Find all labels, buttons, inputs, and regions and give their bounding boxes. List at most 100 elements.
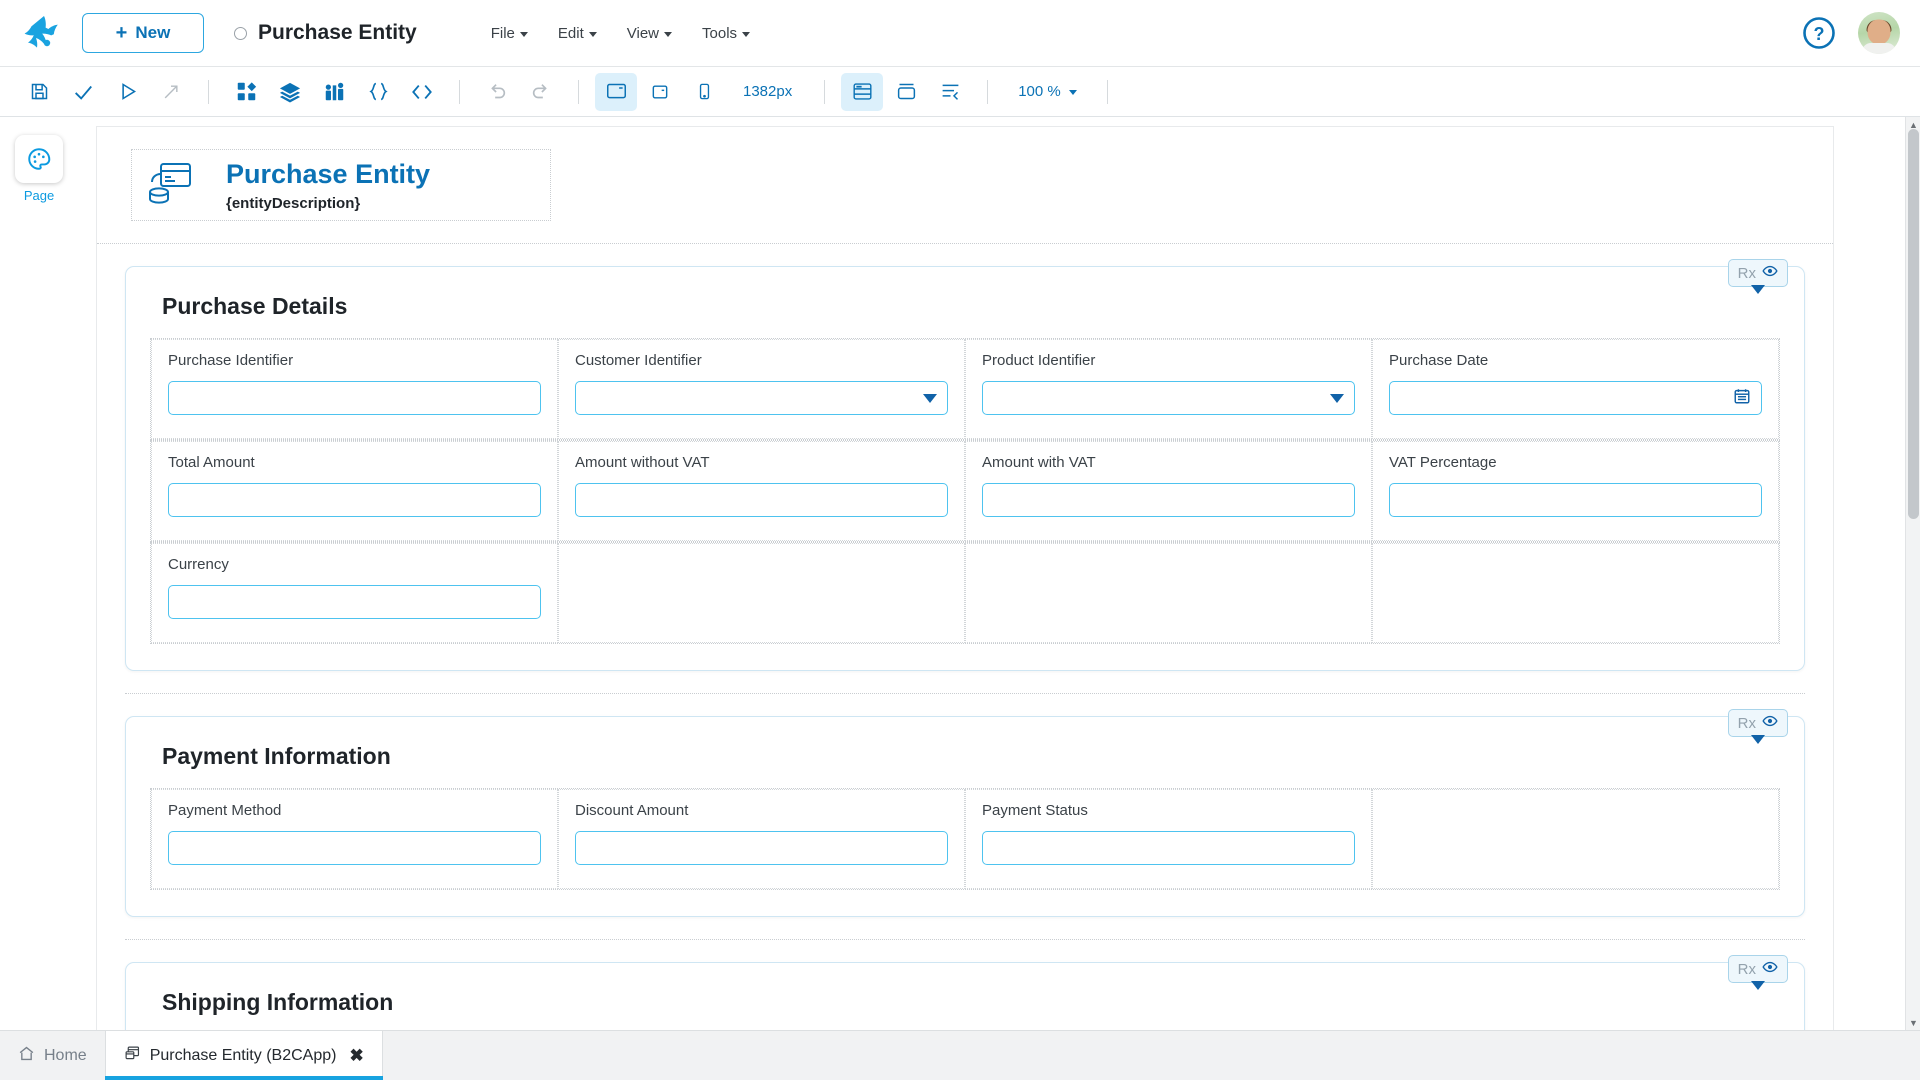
top-right-actions: ? <box>1802 12 1900 54</box>
status-badge[interactable]: Rx <box>1728 709 1788 737</box>
vertical-scrollbar[interactable]: ▲ ▼ <box>1905 117 1920 1030</box>
layers-icon[interactable] <box>269 73 311 111</box>
text-input[interactable] <box>575 831 948 865</box>
mendix-logo-icon[interactable] <box>22 10 68 56</box>
curly-braces-icon[interactable] <box>357 73 399 111</box>
text-input[interactable] <box>982 831 1355 865</box>
field-cell[interactable]: Payment Status <box>965 789 1372 889</box>
new-button[interactable]: + New <box>82 13 204 53</box>
widgets-icon[interactable] <box>225 73 267 111</box>
document-title-area: Purchase Entity <box>234 21 417 45</box>
field-cell[interactable]: Payment Method <box>151 789 558 889</box>
field-label: Total Amount <box>168 454 541 471</box>
menu-file[interactable]: File <box>481 19 538 48</box>
date-input[interactable] <box>1389 381 1762 415</box>
rx-label: Rx <box>1738 715 1756 732</box>
status-badge[interactable]: Rx <box>1728 259 1788 287</box>
design-mode-icon[interactable] <box>885 73 927 111</box>
save-icon[interactable] <box>18 73 60 111</box>
field-cell[interactable]: Purchase Identifier <box>151 339 558 439</box>
section-2[interactable]: RxShipping InformationShipping AddressTr… <box>125 962 1805 1030</box>
page-icon <box>124 1045 141 1067</box>
section-title: Payment Information <box>162 743 1780 770</box>
scrollbar-thumb[interactable] <box>1908 129 1919 519</box>
field-cell[interactable]: Purchase Date <box>1372 339 1779 439</box>
zoom-control[interactable]: 100 % <box>1004 83 1091 100</box>
purchase-entity-icon <box>144 160 196 211</box>
view-app-icon[interactable] <box>150 73 192 111</box>
run-icon[interactable] <box>106 73 148 111</box>
bottom-tab-purchase-entity[interactable]: Purchase Entity (B2CApp) ✖ <box>105 1031 383 1080</box>
text-input[interactable] <box>168 831 541 865</box>
field-cell[interactable]: Amount with VAT <box>965 441 1372 541</box>
desktop-icon[interactable] <box>595 73 637 111</box>
menu-tools[interactable]: Tools <box>692 19 760 48</box>
avatar[interactable] <box>1858 12 1900 54</box>
check-icon[interactable] <box>62 73 104 111</box>
code-icon[interactable] <box>401 73 443 111</box>
rx-label: Rx <box>1738 961 1756 978</box>
menu-bar: File Edit View Tools <box>481 19 760 48</box>
calendar-icon[interactable] <box>1733 387 1751 409</box>
new-button-label: New <box>135 23 170 43</box>
field-cell[interactable]: Total Amount <box>151 441 558 541</box>
text-input[interactable] <box>168 585 541 619</box>
section-title: Shipping Information <box>162 989 1780 1016</box>
section-block: RxPurchase DetailsPurchase IdentifierCus… <box>125 266 1805 694</box>
close-icon[interactable]: ✖ <box>349 1046 363 1066</box>
empty-cell <box>1372 543 1779 643</box>
field-cell[interactable]: Discount Amount <box>558 789 965 889</box>
section-block: RxShipping InformationShipping AddressTr… <box>125 962 1805 1030</box>
left-rail: Page <box>0 117 78 1030</box>
rx-label: Rx <box>1738 265 1756 282</box>
phone-icon[interactable] <box>683 73 725 111</box>
help-circle-icon[interactable]: ? <box>1802 16 1836 50</box>
empty-cell <box>965 543 1372 643</box>
chevron-down-icon <box>923 394 937 403</box>
text-input[interactable] <box>168 381 541 415</box>
undo-icon[interactable] <box>476 73 518 111</box>
bottom-tab-home[interactable]: Home <box>0 1031 105 1080</box>
tablet-icon[interactable] <box>639 73 681 111</box>
page-title: Purchase Entity <box>258 21 417 45</box>
nanoflow-icon[interactable] <box>313 73 355 111</box>
sidebar-item-page-label: Page <box>15 188 63 203</box>
field-cell[interactable]: Product Identifier <box>965 339 1372 439</box>
field-cell[interactable]: Amount without VAT <box>558 441 965 541</box>
menu-view-label: View <box>627 25 659 42</box>
bottom-tab-bar: Home Purchase Entity (B2CApp) ✖ <box>0 1030 1920 1080</box>
text-input[interactable] <box>982 483 1355 517</box>
scroll-down-arrow[interactable]: ▼ <box>1906 1015 1920 1030</box>
canvas-scroll-area[interactable]: Purchase Entity {entityDescription} RxPu… <box>78 117 1920 1030</box>
toolbar-divider <box>987 80 988 104</box>
select-input[interactable] <box>575 381 948 415</box>
menu-edit-label: Edit <box>558 25 584 42</box>
text-input[interactable] <box>168 483 541 517</box>
page-canvas: Purchase Entity {entityDescription} RxPu… <box>96 126 1834 1030</box>
structure-mode-icon[interactable] <box>841 73 883 111</box>
text-input[interactable] <box>1389 483 1762 517</box>
select-input[interactable] <box>982 381 1355 415</box>
toolbar: 1382px 100 % <box>0 66 1920 117</box>
chevron-down-icon <box>520 32 528 37</box>
text-input[interactable] <box>575 483 948 517</box>
section-0[interactable]: RxPurchase DetailsPurchase IdentifierCus… <box>125 266 1805 671</box>
bottom-tab-purchase-entity-label: Purchase Entity (B2CApp) <box>150 1047 337 1065</box>
viewport-width-label[interactable]: 1382px <box>727 83 808 100</box>
sidebar-item-page[interactable]: Page <box>15 135 63 203</box>
menu-view[interactable]: View <box>617 19 682 48</box>
eye-icon <box>1762 959 1778 979</box>
field-cell[interactable]: VAT Percentage <box>1372 441 1779 541</box>
page-header-block[interactable]: Purchase Entity {entityDescription} <box>97 127 1833 244</box>
field-cell[interactable]: Currency <box>151 543 558 643</box>
empty-cell <box>1372 789 1779 889</box>
menu-edit[interactable]: Edit <box>548 19 607 48</box>
outline-icon[interactable] <box>929 73 971 111</box>
toolbar-divider <box>1107 80 1108 104</box>
field-cell[interactable]: Customer Identifier <box>558 339 965 439</box>
field-label: Amount with VAT <box>982 454 1355 471</box>
page-header-title: Purchase Entity <box>226 158 430 190</box>
section-1[interactable]: Rx Payment Information Payment MethodDisco… <box>125 716 1805 917</box>
status-badge[interactable]: Rx <box>1728 955 1788 983</box>
redo-icon[interactable] <box>520 73 562 111</box>
